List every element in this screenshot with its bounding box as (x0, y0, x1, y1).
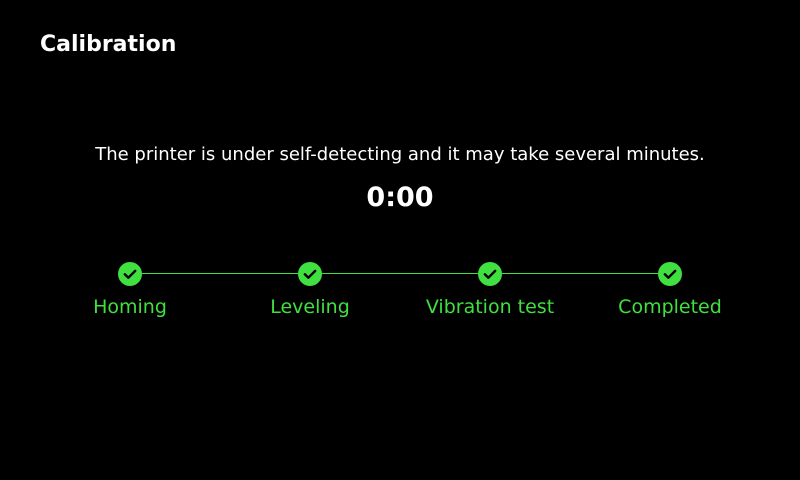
calibration-stepper: Homing Leveling Vibration test Completed (0, 0, 800, 480)
step-homing: Homing (50, 262, 210, 319)
step-completed: Completed (590, 262, 750, 319)
check-icon (658, 262, 682, 286)
check-icon (298, 262, 322, 286)
check-icon (118, 262, 142, 286)
step-label: Homing (93, 296, 167, 318)
step-label: Completed (618, 296, 722, 318)
step-label: Vibration test (425, 296, 555, 318)
step-label: Leveling (270, 296, 350, 318)
check-icon (478, 262, 502, 286)
step-vibration-test: Vibration test (410, 262, 570, 319)
step-leveling: Leveling (230, 262, 390, 319)
